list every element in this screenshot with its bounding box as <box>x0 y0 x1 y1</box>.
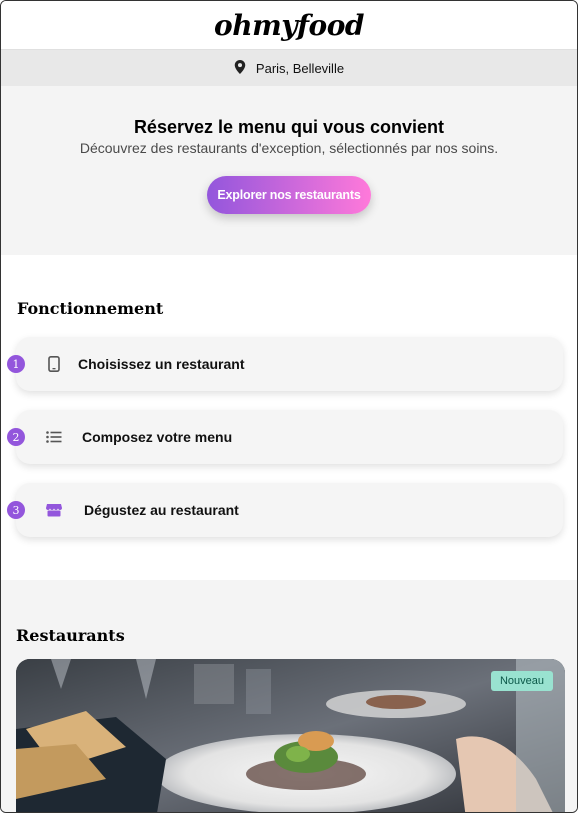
step-label: Choisissez un restaurant <box>78 356 245 372</box>
restaurants-title: Restaurants <box>16 626 125 645</box>
list-icon <box>45 428 63 446</box>
step-card-1[interactable]: 1 Choisissez un restaurant <box>7 337 563 391</box>
step-card-3[interactable]: 3 Dégustez au restaurant <box>7 483 563 537</box>
step-number: 3 <box>7 501 25 519</box>
hero: Réservez le menu qui vous convient Décou… <box>1 86 577 255</box>
new-badge: Nouveau <box>490 671 553 691</box>
location-bar: Paris, Belleville <box>1 49 577 86</box>
store-icon <box>45 501 63 519</box>
hero-title: Réservez le menu qui vous convient <box>133 117 445 137</box>
step-card-2[interactable]: 2 Composez votre menu <box>7 410 563 464</box>
restaurant-card[interactable]: Nouveau <box>16 659 565 812</box>
map-pin-icon <box>234 59 246 77</box>
location-text: Paris, Belleville <box>255 60 345 76</box>
explore-restaurants-button[interactable]: Explorer nos restaurants <box>207 176 371 214</box>
restaurants-section: Restaurants Nouveau <box>1 580 577 812</box>
how-it-works-section: Fonctionnement 1 Choisissez un restauran… <box>1 255 577 580</box>
restaurant-photo <box>16 659 565 812</box>
step-label: Dégustez au restaurant <box>84 502 239 518</box>
smartphone-icon <box>45 355 63 373</box>
logo[interactable]: ohmyfood <box>214 9 364 42</box>
step-number: 1 <box>7 355 25 373</box>
how-it-works-title: Fonctionnement <box>17 299 164 318</box>
hero-subtitle: Découvrez des restaurants d'exception, s… <box>79 140 499 156</box>
step-number: 2 <box>7 428 25 446</box>
header: ohmyfood <box>1 1 577 49</box>
step-label: Composez votre menu <box>82 429 233 445</box>
app-frame: ohmyfood Paris, Belleville Réservez le m… <box>0 0 578 813</box>
